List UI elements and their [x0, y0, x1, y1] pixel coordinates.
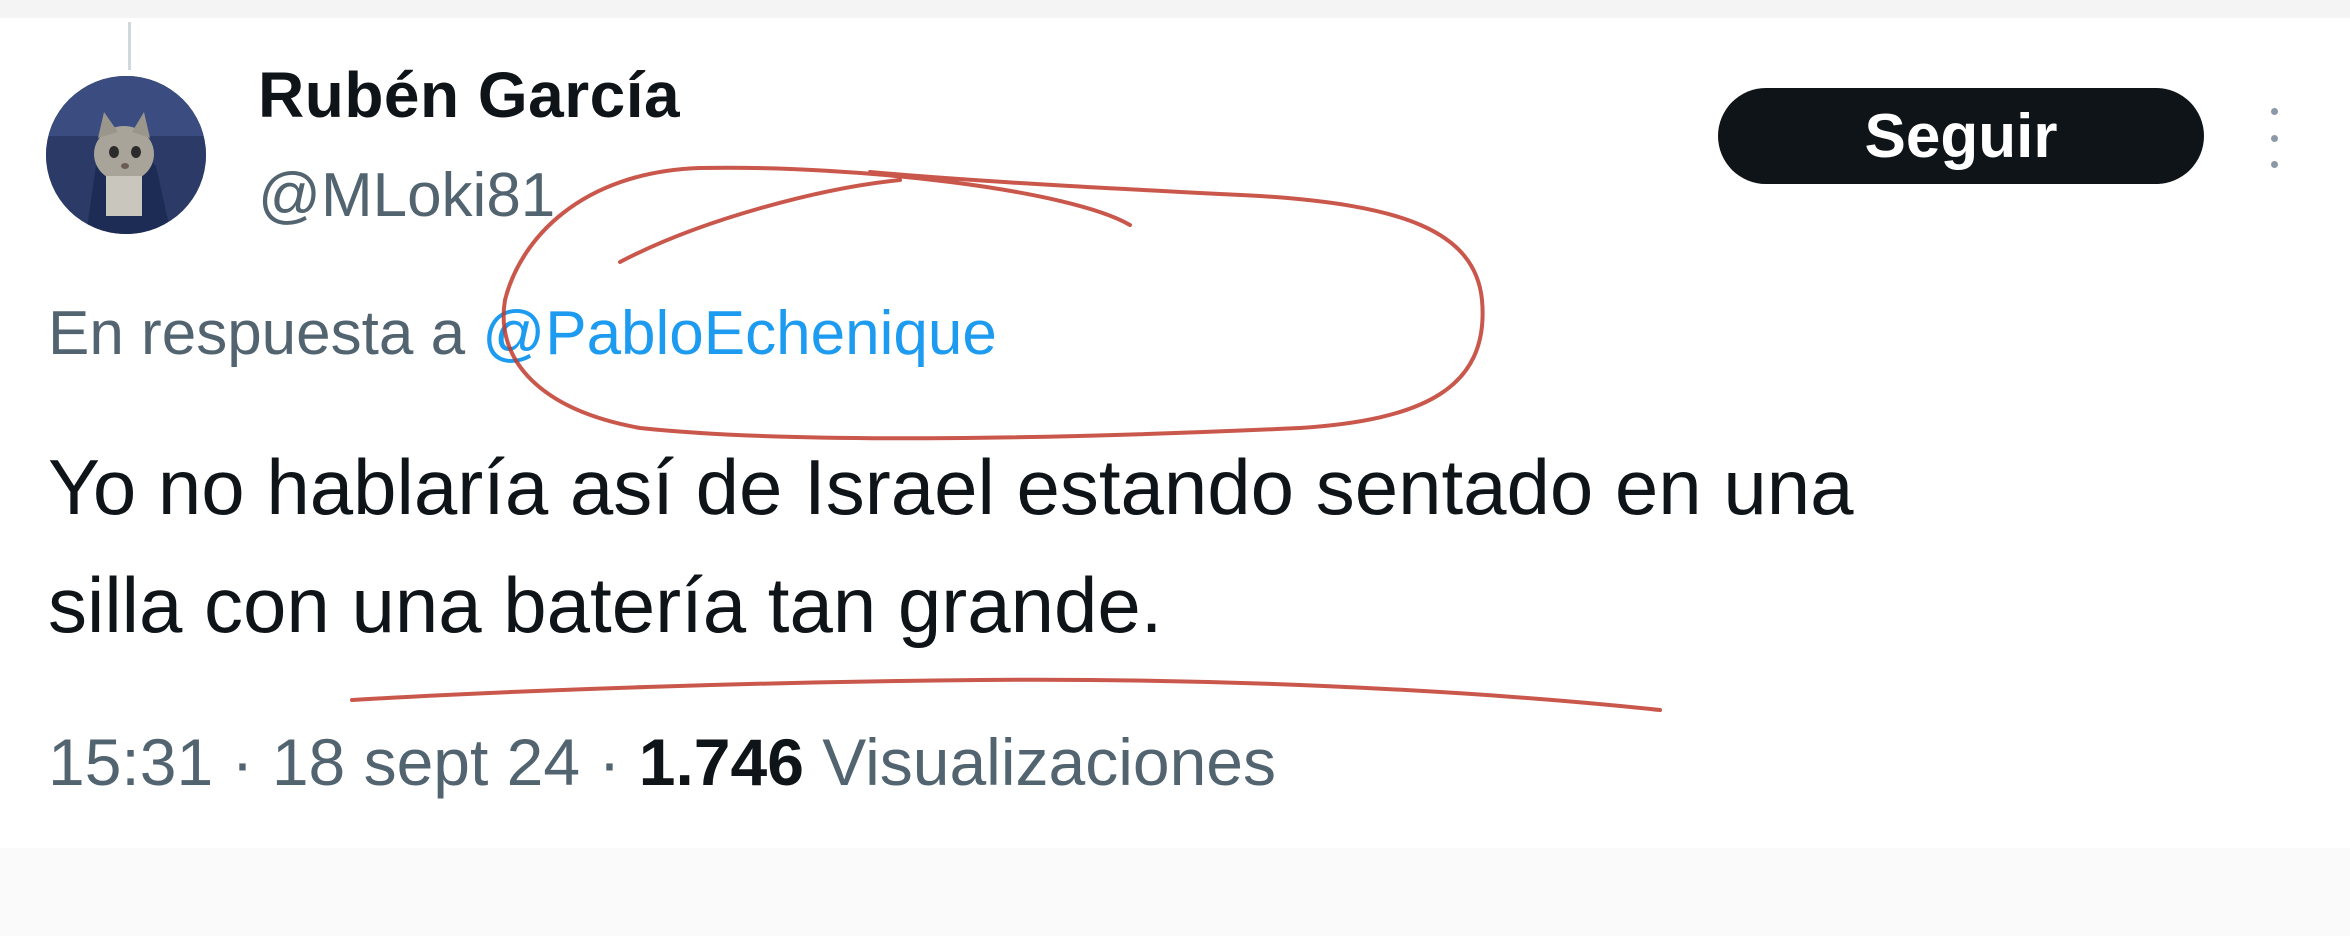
reply-context: En respuesta a @PabloEchenique — [48, 298, 997, 369]
cat-avatar-icon — [46, 76, 206, 234]
author-display-name[interactable]: Rubén García — [258, 58, 680, 132]
more-dot — [2270, 108, 2278, 115]
author-handle[interactable]: @MLoki81 — [258, 160, 555, 231]
tweet-metadata: 15:31 · 18 sept 24 · 1.746 Visualizacion… — [48, 724, 1276, 800]
separator: · — [231, 725, 254, 799]
more-dot — [2270, 134, 2278, 142]
tweet-date[interactable]: 18 sept 24 — [272, 725, 580, 799]
red-underline-annotation — [350, 677, 1662, 712]
reply-to-handle-link[interactable]: @PabloEchenique — [482, 299, 997, 368]
avatar[interactable] — [46, 76, 206, 234]
more-dot — [2270, 161, 2278, 168]
views-label: Visualizaciones — [822, 725, 1276, 799]
tweet-text-line: silla con una batería tan grande. — [48, 561, 1163, 649]
tweet-text-line: Yo no hablaría así de Israel estando sen… — [48, 443, 1854, 531]
red-circle-annotation-tail — [618, 178, 902, 264]
follow-button[interactable]: Seguir — [1718, 88, 2204, 184]
bottom-edge — [0, 848, 2350, 936]
reply-prefix: En respuesta a — [48, 299, 466, 368]
top-edge — [0, 0, 2350, 18]
more-options-icon[interactable] — [2254, 108, 2294, 168]
views-count: 1.746 — [638, 725, 804, 799]
tweet-time[interactable]: 15:31 — [48, 725, 213, 799]
thread-connector-line — [128, 22, 131, 70]
tweet-text: Yo no hablaría así de Israel estando sen… — [48, 428, 2308, 664]
separator: · — [598, 725, 621, 799]
